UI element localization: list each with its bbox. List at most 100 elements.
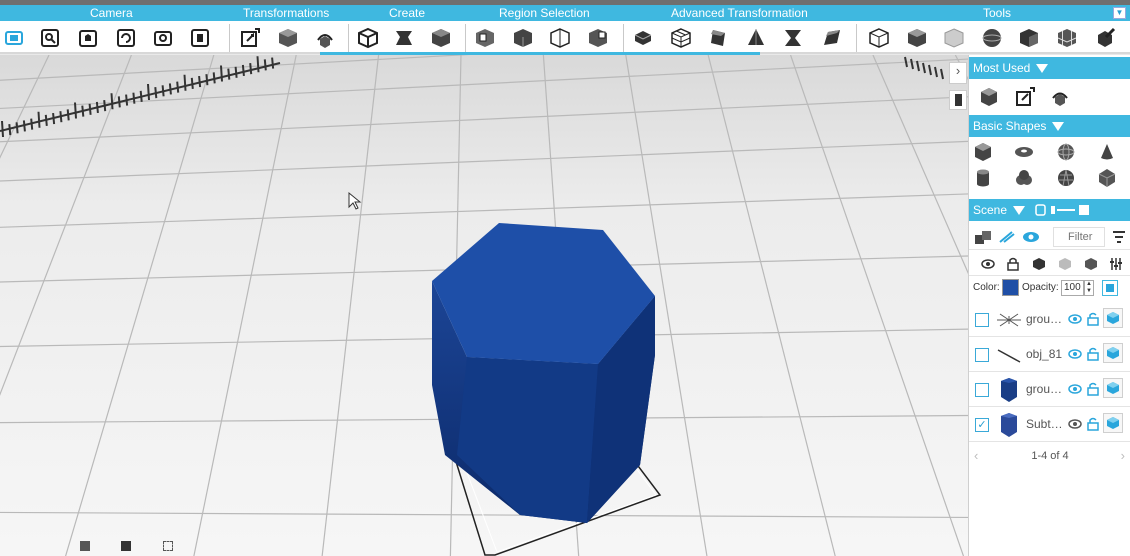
most-used-scale-icon[interactable]	[1014, 86, 1036, 108]
light-icon	[996, 307, 1022, 333]
create-solid-icon[interactable]	[428, 25, 454, 51]
tool-grid-cube-icon[interactable]	[1054, 25, 1080, 51]
tool-shade-icon[interactable]	[1016, 25, 1042, 51]
create-box-icon[interactable]	[355, 25, 381, 51]
basic-shapes-header[interactable]: Basic Shapes	[969, 115, 1130, 137]
cube-icon[interactable]	[1103, 308, 1123, 328]
lock-icon[interactable]	[1087, 347, 1099, 361]
3d-viewport[interactable]	[0, 55, 968, 556]
lock-icon[interactable]	[1087, 417, 1099, 431]
shape-cone-icon[interactable]	[1096, 141, 1118, 163]
create-extrude-icon[interactable]	[391, 25, 417, 51]
shape-geosphere-icon[interactable]	[1055, 167, 1077, 189]
toolbar-separator	[465, 24, 466, 52]
scene-header[interactable]: Scene	[969, 199, 1130, 221]
bend-icon[interactable]	[818, 25, 844, 51]
visibility-eye-icon[interactable]	[1068, 312, 1082, 326]
column-settings-icon[interactable]	[1105, 253, 1127, 275]
twist-icon[interactable]	[630, 25, 656, 51]
rotate-object-icon[interactable]	[312, 25, 338, 51]
camera-zoom-icon[interactable]	[37, 25, 63, 51]
shape-polyhedron-icon[interactable]	[1096, 167, 1118, 189]
camera-home-icon[interactable]	[1, 25, 27, 51]
camera-fit-icon[interactable]	[187, 25, 213, 51]
tool-solid-icon[interactable]	[904, 25, 930, 51]
camera-rotate-icon[interactable]	[113, 25, 139, 51]
bevel-icon[interactable]	[705, 25, 731, 51]
scene-view-toggle-icon[interactable]	[1035, 204, 1091, 216]
scene-pager: ‹ 1-4 of 4 ›	[969, 445, 1130, 467]
cube-icon[interactable]	[1103, 378, 1123, 398]
select-face-icon[interactable]	[585, 25, 611, 51]
column-visibility-icon[interactable]	[977, 253, 999, 275]
menu-collapse-icon[interactable]: ▼	[1113, 7, 1126, 19]
select-object-icon[interactable]	[510, 25, 536, 51]
column-solid-icon[interactable]	[1028, 253, 1050, 275]
pager-label: 1-4 of 4	[1031, 450, 1069, 462]
shape-sphere-icon[interactable]	[1055, 141, 1077, 163]
pinch-icon[interactable]	[780, 25, 806, 51]
opacity-label: Opacity:	[1022, 282, 1059, 293]
column-shaded-icon[interactable]	[1080, 253, 1102, 275]
menu-region-selection[interactable]: Region Selection	[499, 6, 590, 20]
scene-hide-icon[interactable]	[996, 226, 1018, 248]
camera-snapshot-icon[interactable]	[150, 25, 176, 51]
tool-sphere-icon[interactable]	[979, 25, 1005, 51]
lock-icon[interactable]	[1087, 382, 1099, 396]
most-used-rotate-icon[interactable]	[1049, 86, 1071, 108]
menu-tools[interactable]: Tools	[983, 6, 1011, 20]
scene-row[interactable]: ✓ Subt…	[969, 407, 1130, 442]
row-checkbox[interactable]	[975, 383, 989, 397]
column-wire-icon[interactable]	[1054, 253, 1076, 275]
scale-icon[interactable]	[237, 25, 263, 51]
view-wire-icon[interactable]	[163, 541, 173, 551]
filter-menu-icon[interactable]	[1112, 229, 1126, 245]
scene-row[interactable]: obj_81	[969, 337, 1130, 372]
collapse-panel-chevron-icon[interactable]: ›	[949, 62, 967, 84]
pager-prev-icon[interactable]: ‹	[974, 445, 978, 467]
scene-row[interactable]: grou…	[969, 302, 1130, 337]
shape-box-icon[interactable]	[972, 141, 994, 163]
most-used-header[interactable]: Most Used	[969, 57, 1130, 79]
shape-knot-icon[interactable]	[1013, 167, 1035, 189]
view-solid-icon[interactable]	[80, 541, 90, 551]
scene-row[interactable]: grou…	[969, 372, 1130, 407]
visibility-eye-icon[interactable]	[1068, 382, 1082, 396]
pager-next-icon[interactable]: ›	[1121, 445, 1125, 467]
cube-icon[interactable]	[1103, 343, 1123, 363]
cube-icon[interactable]	[1103, 413, 1123, 433]
column-lock-icon[interactable]	[1002, 253, 1024, 275]
panel-dock-icon[interactable]	[949, 90, 967, 110]
move-icon[interactable]	[275, 25, 301, 51]
most-used-box-icon[interactable]	[978, 86, 1000, 108]
color-swatch[interactable]	[1002, 279, 1019, 296]
row-checkbox[interactable]	[975, 348, 989, 362]
subdivide-icon[interactable]	[668, 25, 694, 51]
scene-filter-input[interactable]	[1053, 227, 1105, 247]
camera-pan-icon[interactable]	[75, 25, 101, 51]
select-bounds-icon[interactable]	[547, 25, 573, 51]
row-checkbox[interactable]	[975, 313, 989, 327]
menu-create[interactable]: Create	[389, 6, 425, 20]
tool-wireframe-icon[interactable]	[866, 25, 892, 51]
scene-visibility-eye-icon[interactable]	[1020, 226, 1042, 248]
select-region-icon[interactable]	[472, 25, 498, 51]
tool-paint-icon[interactable]	[1092, 25, 1118, 51]
tool-transparent-icon[interactable]	[941, 25, 967, 51]
row-checkbox-checked[interactable]: ✓	[975, 418, 989, 432]
menu-transformations[interactable]: Transformations	[243, 6, 329, 20]
opacity-stepper[interactable]: ▲ ▼	[1084, 280, 1094, 296]
taper-icon[interactable]	[743, 25, 769, 51]
menu-advanced-transformation[interactable]: Advanced Transformation	[671, 6, 808, 20]
scene-group-icon[interactable]	[972, 226, 994, 248]
view-shaded-icon[interactable]	[121, 541, 131, 551]
visibility-eye-icon[interactable]	[1068, 347, 1082, 361]
apply-color-toggle[interactable]	[1102, 280, 1118, 296]
visibility-eye-icon[interactable]	[1068, 417, 1082, 431]
shape-cylinder-icon[interactable]	[972, 167, 994, 189]
hexagon-prism-icon	[996, 412, 1022, 438]
lock-icon[interactable]	[1087, 312, 1099, 326]
opacity-input[interactable]: 100	[1061, 280, 1084, 296]
menu-camera[interactable]: Camera	[90, 6, 133, 20]
shape-torus-icon[interactable]	[1013, 141, 1035, 163]
